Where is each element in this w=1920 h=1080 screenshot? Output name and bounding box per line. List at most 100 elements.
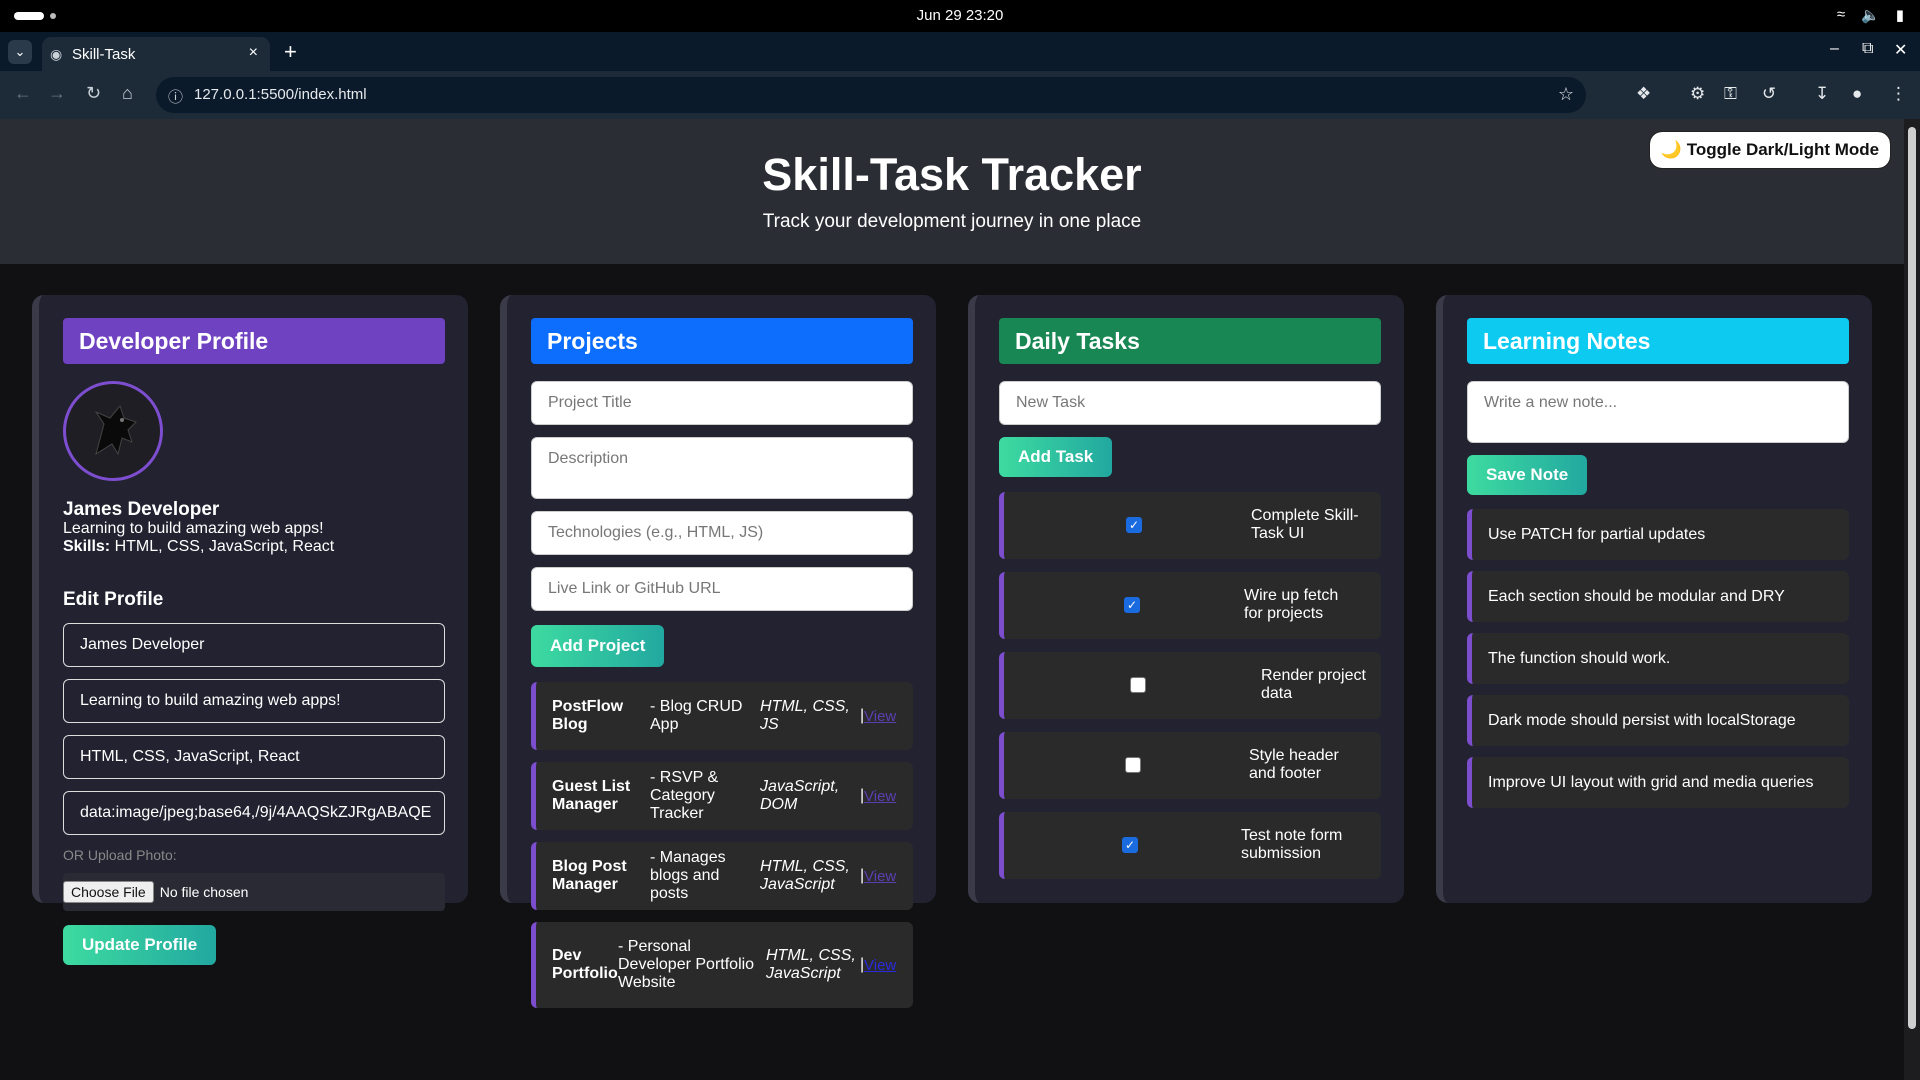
project-tech: HTML, CSS, JS <box>760 698 850 733</box>
more-menu-icon[interactable]: ⋮ <box>1890 84 1907 104</box>
task-text: Render project data <box>1261 667 1366 702</box>
maximize-icon[interactable]: ⧉ <box>1862 40 1873 58</box>
task-text: Test note form submission <box>1241 827 1343 862</box>
bio-field[interactable]: Learning to build amazing web apps! <box>63 679 445 723</box>
update-profile-button[interactable]: Update Profile <box>63 925 217 965</box>
project-desc: - Blog CRUD App <box>650 698 743 733</box>
note-item: Each section should be modular and DRY <box>1467 571 1849 622</box>
note-item: The function should work. <box>1467 633 1849 684</box>
project-title: PostFlow Blog <box>552 698 624 733</box>
project-item: Dev Portfolio - Personal Developer Portf… <box>531 922 913 1008</box>
add-project-button[interactable]: Add Project <box>531 625 665 667</box>
note-item: Use PATCH for partial updates <box>1467 509 1849 560</box>
projects-heading: Projects <box>531 318 913 364</box>
volume-icon: 🔈 <box>1861 7 1880 24</box>
new-note-input[interactable]: Write a new note... <box>1467 381 1849 443</box>
name-field[interactable]: James Developer <box>63 623 445 667</box>
task-checkbox[interactable] <box>1125 757 1141 773</box>
task-checkbox[interactable]: ✓ <box>1126 517 1142 533</box>
tab-search-chevron-icon[interactable]: ⌄ <box>8 40 32 64</box>
project-technologies-input[interactable]: Technologies (e.g., HTML, JS) <box>531 511 913 555</box>
passwords-key-icon[interactable]: ⚿ <box>1724 84 1737 104</box>
project-tech: HTML, CSS, JavaScript <box>766 947 856 982</box>
project-item: Blog Post Manager - Manages blogs and po… <box>531 842 913 910</box>
project-title: Blog Post Manager <box>552 858 627 893</box>
tab-title: Skill-Task <box>72 46 136 63</box>
url-text[interactable]: 127.0.0.1:5500/index.html <box>194 86 367 103</box>
theme-toggle-button[interactable]: 🌙 Toggle Dark/Light Mode <box>1649 131 1891 169</box>
project-view-link[interactable]: View <box>864 868 896 885</box>
project-description-input[interactable]: Description <box>531 437 913 499</box>
choose-file-button[interactable]: Choose File <box>63 881 154 903</box>
task-checkbox[interactable]: ✓ <box>1124 597 1140 613</box>
scrollbar-thumb[interactable] <box>1908 127 1916 1029</box>
new-task-input[interactable]: New Task <box>999 381 1381 425</box>
avatar <box>63 381 163 481</box>
project-view-link[interactable]: View <box>864 708 896 725</box>
task-text: Complete Skill-Task UI <box>1251 507 1359 542</box>
project-item: Guest List Manager - RSVP & Category Tra… <box>531 762 913 830</box>
upload-photo-label: OR Upload Photo: <box>63 847 177 863</box>
close-window-icon[interactable]: ✕ <box>1894 40 1907 60</box>
reload-icon[interactable]: ↻ <box>86 83 101 104</box>
system-tray[interactable]: ≈ 🔈 ▮ <box>1837 6 1904 24</box>
notes-heading: Learning Notes <box>1467 318 1849 364</box>
forward-icon[interactable]: → <box>48 83 66 104</box>
history-icon[interactable]: ↺ <box>1762 84 1776 104</box>
task-item: ✓ Wire up fetch for projects <box>999 572 1381 639</box>
task-item: Style header and footer <box>999 732 1381 799</box>
task-item: ✓ Test note form submission <box>999 812 1381 879</box>
project-view-link[interactable]: View <box>864 788 896 805</box>
new-tab-icon[interactable]: + <box>284 39 297 65</box>
skills-value: HTML, CSS, JavaScript, React <box>114 538 335 555</box>
page-title: Skill-Task Tracker <box>762 149 1142 200</box>
wolf-logo-icon <box>94 404 137 456</box>
task-checkbox[interactable]: ✓ <box>1122 837 1138 853</box>
project-desc: - Personal Developer Portfolio Website <box>618 938 755 991</box>
tasks-heading: Daily Tasks <box>999 318 1381 364</box>
site-header: Skill-Task Tracker Track your developmen… <box>0 119 1904 264</box>
file-status: No file chosen <box>159 884 249 900</box>
skills-label: Skills: <box>63 538 111 555</box>
project-title: Dev Portfolio <box>552 947 618 982</box>
task-checkbox[interactable] <box>1130 677 1146 693</box>
skills-field[interactable]: HTML, CSS, JavaScript, React <box>63 735 445 779</box>
tab-close-icon[interactable]: × <box>249 44 258 62</box>
project-link-input[interactable]: Live Link or GitHub URL <box>531 567 913 611</box>
browser-tab[interactable]: ◉ Skill-Task × <box>42 37 270 71</box>
os-clock[interactable]: Jun 29 23:20 <box>0 7 1920 24</box>
profile-avatar-icon[interactable]: ● <box>1852 84 1862 104</box>
task-item: ✓ Complete Skill-Task UI <box>999 492 1381 559</box>
add-task-button[interactable]: Add Task <box>999 437 1113 477</box>
download-icon[interactable]: ↧ <box>1815 84 1829 104</box>
back-icon[interactable]: ← <box>14 83 32 104</box>
battery-icon: ▮ <box>1895 7 1904 24</box>
page-viewport: Skill-Task Tracker Track your developmen… <box>0 119 1904 1080</box>
project-title: Guest List Manager <box>552 778 631 813</box>
note-item: Dark mode should persist with localStora… <box>1467 695 1849 746</box>
project-desc: - Manages blogs and posts <box>650 849 726 902</box>
minimize-icon[interactable]: – <box>1830 40 1839 58</box>
photo-url-field[interactable]: data:image/jpeg;base64,/9j/4AAQSkZJRgABA… <box>63 791 445 835</box>
note-item: Improve UI layout with grid and media qu… <box>1467 757 1849 808</box>
profile-name: James Developer <box>63 499 220 520</box>
globe-icon: ◉ <box>50 46 63 62</box>
wifi-icon: ≈ <box>1836 6 1846 23</box>
project-view-link[interactable]: View <box>864 957 896 974</box>
page-scrollbar[interactable] <box>1904 119 1920 1080</box>
bookmark-star-icon[interactable]: ☆ <box>1558 84 1574 105</box>
incognito-icon[interactable]: ⚙ <box>1690 84 1705 104</box>
project-item: PostFlow Blog - Blog CRUD App HTML, CSS,… <box>531 682 913 750</box>
project-title-input[interactable]: Project Title <box>531 381 913 425</box>
project-tech: JavaScript, DOM <box>760 778 840 813</box>
profile-card: Developer Profile James Developer Learni… <box>32 295 468 965</box>
edit-profile-heading: Edit Profile <box>63 589 164 610</box>
file-upload-input[interactable]: Choose File No file chosen <box>63 873 445 911</box>
address-bar[interactable]: ⓘ 127.0.0.1:5500/index.html ☆ <box>156 77 1586 113</box>
save-note-button[interactable]: Save Note <box>1467 455 1588 495</box>
home-icon[interactable]: ⌂ <box>122 83 133 104</box>
extensions-icon[interactable]: ❖ <box>1636 84 1651 104</box>
page-subtitle: Track your development journey in one pl… <box>762 211 1142 232</box>
profile-skills-line: Skills: HTML, CSS, JavaScript, React <box>63 538 334 556</box>
site-info-icon[interactable]: ⓘ <box>168 86 183 107</box>
